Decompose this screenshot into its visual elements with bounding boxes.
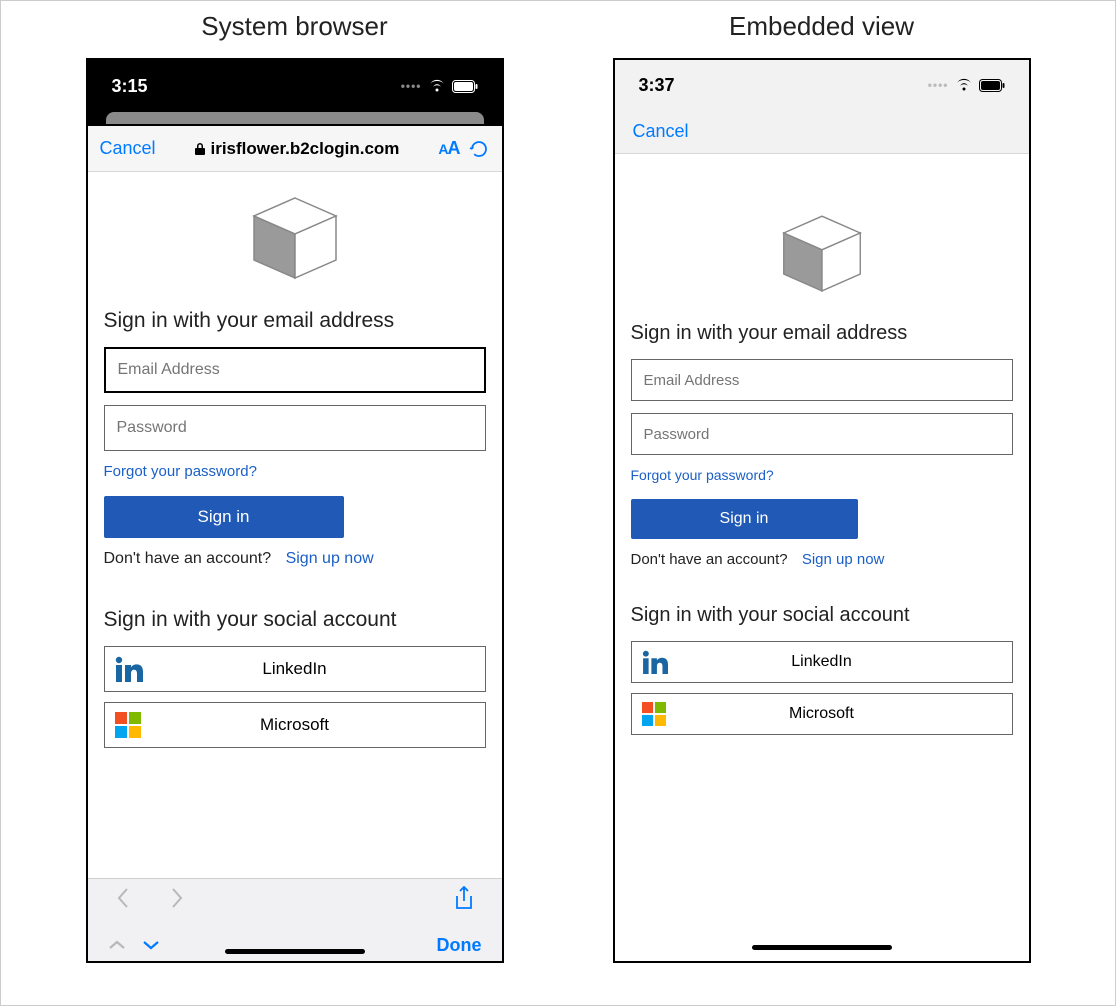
- cube-logo-icon: [250, 196, 340, 281]
- right-column-title: Embedded view: [729, 11, 914, 42]
- find-next-button[interactable]: [142, 935, 160, 956]
- social-heading: Sign in with your social account: [104, 608, 486, 632]
- signin-page: Sign in with your email address Forgot y…: [88, 172, 502, 878]
- cube-logo-icon: [780, 214, 864, 294]
- background-tab-peek: [88, 118, 502, 126]
- url-display[interactable]: irisflower.b2clogin.com: [164, 139, 431, 159]
- cancel-button[interactable]: Cancel: [100, 138, 156, 159]
- no-account-text: Don't have an account?: [631, 551, 788, 568]
- reader-aa-button[interactable]: AA: [438, 138, 459, 159]
- linkedin-button[interactable]: LinkedIn: [631, 641, 1013, 683]
- battery-icon: [452, 80, 478, 93]
- status-bar: 3:15 ••••: [88, 60, 502, 118]
- cellular-dots-icon: ••••: [401, 79, 422, 93]
- signin-button[interactable]: Sign in: [104, 496, 344, 538]
- forgot-password-link[interactable]: Forgot your password?: [104, 463, 486, 480]
- wifi-icon: [428, 79, 446, 93]
- status-time: 3:37: [639, 75, 675, 96]
- battery-icon: [979, 79, 1005, 92]
- cellular-dots-icon: ••••: [928, 78, 949, 92]
- microsoft-button[interactable]: Microsoft: [631, 693, 1013, 735]
- home-indicator[interactable]: [615, 933, 1029, 961]
- reload-icon[interactable]: [468, 138, 490, 160]
- done-button[interactable]: Done: [437, 935, 482, 956]
- linkedin-icon: [115, 656, 145, 682]
- signin-heading: Sign in with your email address: [631, 322, 1013, 345]
- microsoft-label: Microsoft: [151, 715, 475, 735]
- embedded-view-phone: 3:37 •••• Cancel Sign in: [613, 58, 1031, 963]
- forgot-password-link[interactable]: Forgot your password?: [631, 467, 1013, 483]
- browser-address-bar: Cancel irisflower.b2clogin.com AA: [88, 126, 502, 172]
- signin-heading: Sign in with your email address: [104, 309, 486, 333]
- lock-icon: [194, 142, 206, 156]
- share-button[interactable]: [454, 886, 474, 917]
- linkedin-label: LinkedIn: [151, 659, 475, 679]
- cancel-button[interactable]: Cancel: [633, 121, 689, 142]
- wifi-icon: [955, 78, 973, 92]
- microsoft-button[interactable]: Microsoft: [104, 702, 486, 748]
- embedded-nav-bar: Cancel: [615, 110, 1029, 154]
- back-button[interactable]: [116, 887, 130, 915]
- signup-link[interactable]: Sign up now: [286, 550, 374, 567]
- microsoft-icon: [115, 712, 141, 738]
- linkedin-label: LinkedIn: [678, 653, 1002, 671]
- left-column-title: System browser: [201, 11, 387, 42]
- no-account-text: Don't have an account?: [104, 550, 272, 567]
- linkedin-icon: [642, 650, 670, 674]
- url-text: irisflower.b2clogin.com: [210, 139, 399, 159]
- password-field[interactable]: [104, 405, 486, 451]
- signin-button[interactable]: Sign in: [631, 499, 858, 539]
- email-field[interactable]: [631, 359, 1013, 401]
- signup-row: Don't have an account? Sign up now: [631, 551, 1013, 568]
- signup-link[interactable]: Sign up now: [802, 551, 885, 568]
- microsoft-label: Microsoft: [678, 705, 1002, 723]
- social-heading: Sign in with your social account: [631, 604, 1013, 627]
- linkedin-button[interactable]: LinkedIn: [104, 646, 486, 692]
- password-field[interactable]: [631, 413, 1013, 455]
- find-prev-button[interactable]: [108, 935, 126, 956]
- system-browser-phone: 3:15 •••• Cancel irisflower.b2clogin.com…: [86, 58, 504, 963]
- forward-button[interactable]: [170, 887, 184, 915]
- signup-row: Don't have an account? Sign up now: [104, 550, 486, 568]
- microsoft-icon: [642, 702, 666, 726]
- safari-toolbar: Done: [88, 878, 502, 961]
- signin-page: Sign in with your email address Forgot y…: [615, 154, 1029, 933]
- status-time: 3:15: [112, 76, 148, 97]
- status-bar: 3:37 ••••: [615, 60, 1029, 110]
- email-field[interactable]: [104, 347, 486, 393]
